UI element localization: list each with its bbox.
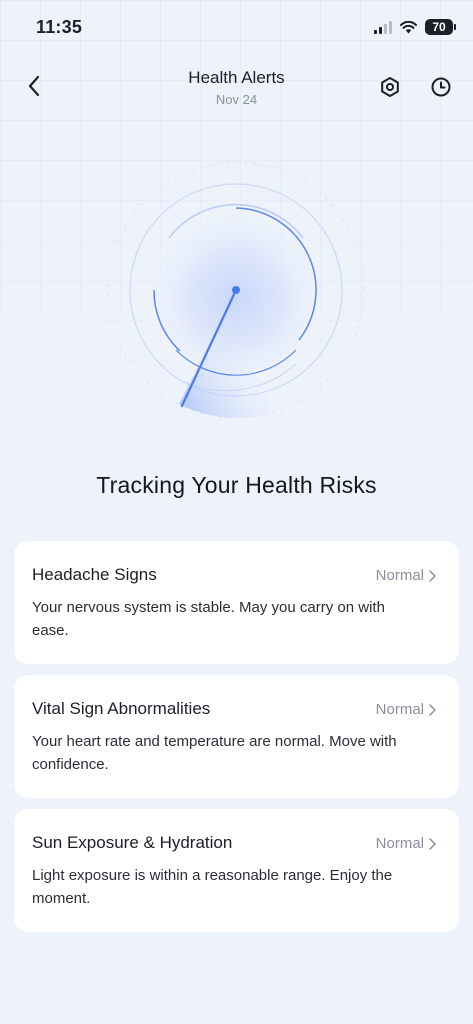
section-heading: Tracking Your Health Risks <box>96 472 377 498</box>
battery-icon: 70 <box>425 19 456 35</box>
card-status[interactable]: Normal <box>376 567 437 584</box>
card-sun-exposure-hydration[interactable]: Sun Exposure & Hydration Normal Light ex… <box>14 809 459 932</box>
card-headache-signs[interactable]: Headache Signs Normal Your nervous syste… <box>14 541 459 664</box>
status-label: Normal <box>375 567 424 584</box>
chevron-right-icon <box>429 569 436 582</box>
gauge-center-dot <box>232 286 240 294</box>
hexagon-settings-icon <box>381 77 399 97</box>
status-label: Normal <box>375 701 424 718</box>
settings-button[interactable] <box>377 74 403 100</box>
status-time: 11:35 <box>36 17 83 37</box>
chevron-right-icon <box>429 837 436 850</box>
card-vital-sign-abnormalities[interactable]: Vital Sign Abnormalities Normal Your hea… <box>14 675 459 798</box>
card-status[interactable]: Normal <box>376 701 437 718</box>
clock-icon <box>431 77 451 97</box>
wifi-icon <box>400 20 417 33</box>
cellular-signal-icon <box>374 20 392 34</box>
card-description: Your heart rate and temperature are norm… <box>32 733 397 773</box>
history-button[interactable] <box>428 74 454 100</box>
health-gauge <box>107 161 365 419</box>
card-description: Your nervous system is stable. May you c… <box>32 599 385 639</box>
status-icons: 70 <box>374 19 456 35</box>
nav-bar: Health Alerts Nov 24 <box>0 56 473 120</box>
chevron-right-icon <box>429 703 436 716</box>
card-status[interactable]: Normal <box>376 835 437 852</box>
status-label: Normal <box>375 835 424 852</box>
status-bar: 11:35 70 <box>0 0 473 56</box>
card-description: Light exposure is within a reasonable ra… <box>32 867 393 907</box>
